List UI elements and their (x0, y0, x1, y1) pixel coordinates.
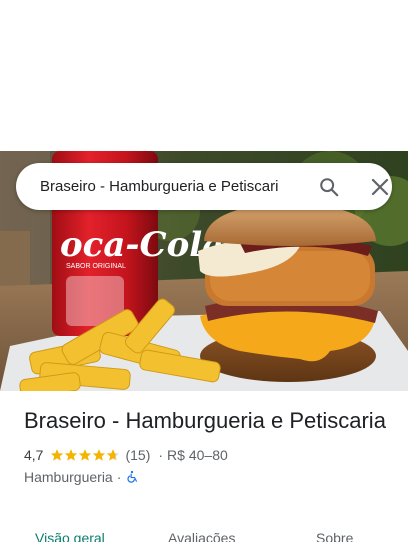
category-label: Hamburgueria (24, 469, 113, 485)
svg-text:SABOR ORIGINAL: SABOR ORIGINAL (66, 263, 126, 270)
star-icon (93, 449, 106, 461)
review-count[interactable]: (15) (125, 447, 150, 463)
star-icon (65, 449, 78, 461)
place-info: Braseiro - Hamburgueria e Petiscaria 4,7… (24, 406, 394, 486)
tab-reviews[interactable]: Avaliações (168, 530, 235, 542)
tab-overview[interactable]: Visão geral (35, 530, 105, 542)
category-row: Hamburgueria · (24, 468, 394, 486)
search-input[interactable]: Braseiro - Hamburgueria e Petiscari (40, 163, 300, 210)
close-icon[interactable] (370, 177, 390, 197)
star-icon (51, 449, 64, 461)
place-title: Braseiro - Hamburgueria e Petiscaria (24, 408, 386, 433)
wheelchair-accessible-icon (127, 470, 138, 483)
map-area-blank (0, 0, 408, 151)
star-half-icon (107, 449, 120, 461)
tab-about[interactable]: Sobre (316, 530, 353, 542)
star-icon (79, 449, 92, 461)
search-icon[interactable] (318, 176, 340, 198)
price-range: R$ 40–80 (167, 447, 228, 463)
rating-value: 4,7 (24, 447, 44, 463)
separator-dot: · (116, 469, 122, 485)
rating-row[interactable]: 4,7 (15) · R$ 40–80 (24, 446, 394, 464)
place-tabs: Visão geral Avaliações Sobre (0, 527, 408, 542)
star-rating (50, 448, 120, 462)
search-bar[interactable]: Braseiro - Hamburgueria e Petiscari (16, 163, 392, 210)
separator-dot: · (158, 447, 164, 463)
